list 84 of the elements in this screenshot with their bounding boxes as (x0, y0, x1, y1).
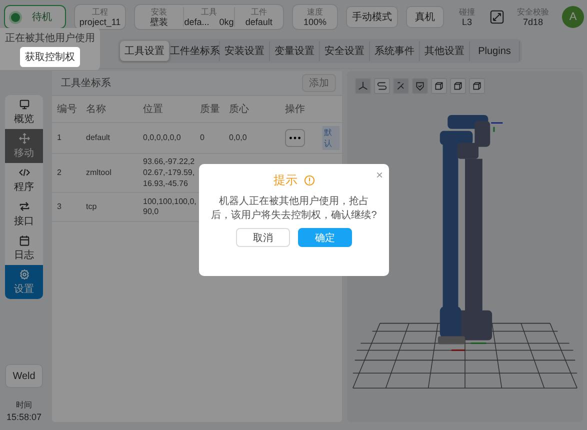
sidebar-item[interactable]: 移动 (5, 129, 43, 163)
config-value: defa... (184, 18, 210, 27)
clock-time: 15:58:07 (6, 412, 42, 422)
dialog-message: 机器人正在被其他用户使用，抢占后，该用户将失去控制权，确认继续? (211, 195, 377, 222)
info-icon (304, 175, 314, 186)
column-header: 质心 (229, 102, 250, 116)
table-cell-text: 0,0,0 (229, 132, 248, 144)
config-label: 安装 (151, 9, 168, 18)
config-value: default (245, 18, 272, 27)
status-dot (11, 12, 20, 22)
status-indicator[interactable]: 待机 (4, 5, 66, 29)
table-cell-text: 1 (57, 132, 62, 144)
settings-icon (18, 268, 30, 280)
config-label: 工件 (250, 9, 267, 18)
time-label: 时间 (16, 400, 32, 411)
safety-label: 安全校验 (517, 9, 549, 18)
mode-button[interactable]: 真机 (406, 6, 444, 28)
close-button[interactable]: × (376, 168, 383, 182)
tab[interactable]: 工具设置 (120, 41, 170, 61)
table-cell-text: tcp (86, 202, 98, 213)
table-cell-text: 0,0,0,0,0,0 (143, 132, 182, 144)
table-cell-text: zmltool (86, 168, 112, 179)
tool-icon[interactable] (393, 78, 409, 94)
speed-label: 速度 (307, 9, 323, 18)
more-button[interactable] (285, 129, 305, 147)
tab[interactable]: 安全设置 (320, 41, 370, 61)
column-header: 编号 (57, 102, 78, 116)
project-label: 工程 (92, 9, 108, 18)
weld-button[interactable]: Weld (5, 364, 43, 388)
table-cell-text: 0 (200, 132, 206, 144)
project-box[interactable]: 工程 project_11 (74, 4, 126, 30)
monitor-icon (18, 98, 30, 110)
cube-icon[interactable] (469, 78, 485, 94)
dialog-title: 提示 (274, 172, 298, 189)
panel-title: 工具坐标系 (61, 76, 111, 90)
axes-icon[interactable] (355, 78, 371, 94)
tab[interactable]: 安装设置 (220, 41, 270, 61)
confirm-button[interactable]: 确定 (298, 228, 352, 247)
table-cell-text: 3 (57, 202, 62, 213)
calendar-icon (18, 234, 30, 246)
collision-label: 碰撞 (459, 9, 475, 18)
config-value: 壁装 (150, 18, 168, 27)
tab[interactable]: 其他设置 (420, 41, 470, 61)
sidebar-item[interactable]: 接口 (5, 197, 43, 231)
column-header: 位置 (143, 102, 164, 116)
table-cell-text: 100,100,100,0,90,0 (143, 196, 198, 218)
expand-icon[interactable] (490, 10, 504, 24)
tab[interactable]: 系统事件 (370, 41, 420, 61)
sidebar-item[interactable]: 日志 (5, 231, 43, 265)
default-tag: 默认 (322, 126, 340, 150)
mode-button[interactable]: 手动模式 (346, 6, 398, 28)
swap-icon (18, 200, 30, 212)
cube-icon[interactable] (431, 78, 447, 94)
tab[interactable]: 工件坐标系 (170, 41, 220, 61)
config-extra: 0kg (219, 18, 234, 27)
speed-box[interactable]: 速度 100% (292, 4, 338, 30)
status-label: 待机 (32, 10, 52, 24)
table-cell-text: 2 (57, 168, 62, 179)
sidebar-item[interactable]: 设置 (5, 265, 43, 299)
user-avatar[interactable]: A (562, 6, 584, 28)
column-header: 质量 (200, 102, 221, 116)
shield-icon[interactable] (412, 78, 428, 94)
project-value: project_11 (79, 18, 121, 27)
tab[interactable]: Plugins (470, 41, 520, 61)
sidebar-item[interactable]: 程序 (5, 163, 43, 197)
take-control-button[interactable]: 获取控制权 (20, 47, 80, 67)
cancel-button[interactable]: 取消 (236, 228, 290, 247)
dots-icon (289, 136, 301, 140)
move-icon (18, 132, 30, 144)
code-icon (18, 166, 30, 178)
collision-value: L3 (462, 18, 472, 27)
table-cell-text: 93.66,-97.22,202.67,-179.59,16.93,-45.76 (143, 156, 196, 190)
speed-value: 100% (303, 18, 327, 27)
sidebar-item[interactable]: 概览 (5, 95, 43, 129)
column-header: 操作 (285, 103, 306, 116)
table-cell-text: default (86, 132, 112, 144)
column-header: 名称 (86, 103, 107, 116)
tab[interactable]: 变量设置 (270, 41, 320, 61)
config-label: 工具 (201, 9, 217, 18)
config-box[interactable]: 安装 壁装 工具 defa... 0kg 工件 default (134, 4, 284, 30)
popover-message: 正在被其他用户使用 (5, 32, 95, 45)
safety-value: 7d18 (522, 18, 544, 27)
path-icon[interactable] (374, 78, 390, 94)
cube-icon[interactable] (450, 78, 466, 94)
